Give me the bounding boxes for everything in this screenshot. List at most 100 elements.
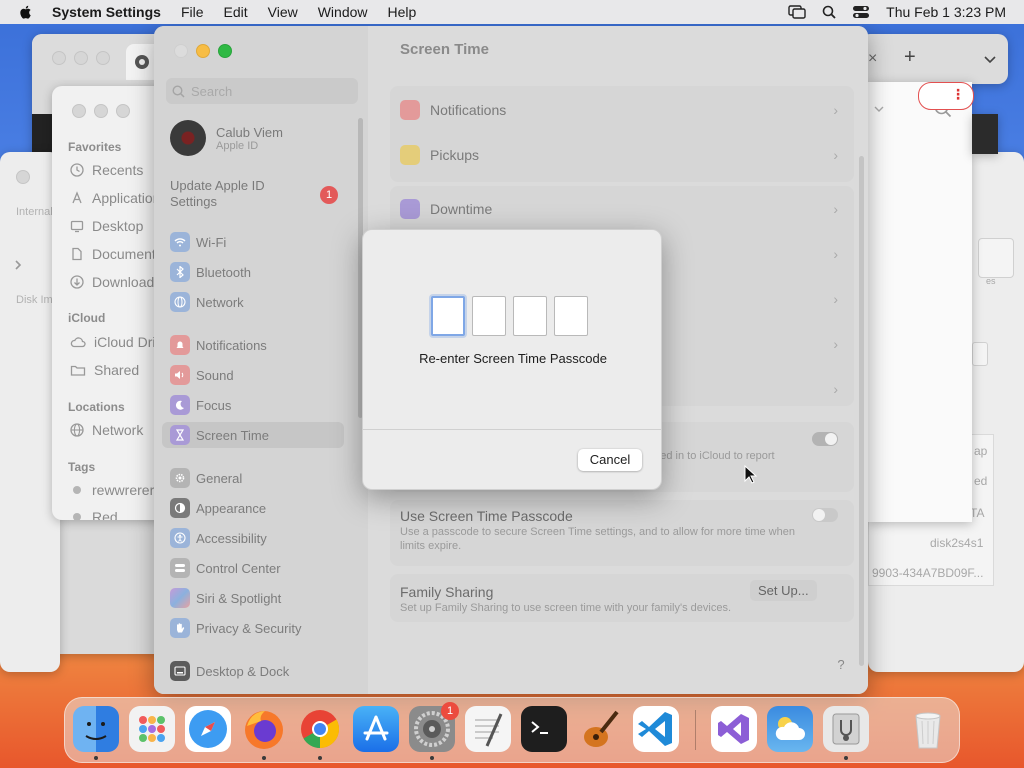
sidebar-item-network[interactable]: Network (170, 292, 244, 312)
share-toggle[interactable] (812, 432, 838, 446)
chevron-down-icon (874, 106, 884, 112)
disk-images-label: Disk Im (16, 294, 53, 306)
disk-right-row: disk2s4s1 (930, 536, 984, 550)
apple-menu-icon[interactable] (18, 4, 34, 20)
weather-dock-icon[interactable] (767, 706, 813, 752)
sidebar-item-control-center[interactable]: Control Center (170, 558, 281, 578)
search-field[interactable]: Search (166, 78, 358, 104)
cancel-button[interactable]: Cancel (578, 449, 642, 471)
trash-dock-icon[interactable] (905, 706, 951, 752)
safari-dock-icon[interactable] (185, 706, 231, 752)
visual-studio-dock-icon[interactable] (711, 706, 757, 752)
close-button[interactable] (174, 44, 188, 58)
finder-tag-item[interactable]: Red (70, 509, 118, 520)
sidebar-item-desktop-dock[interactable]: Desktop & Dock (170, 661, 289, 681)
search-placeholder: Search (191, 83, 233, 99)
sidebar-item-screen-time[interactable]: Screen Time (162, 422, 344, 448)
chevron-right-icon: › (833, 147, 838, 163)
sidebar-item-label: Appearance (196, 500, 267, 516)
row-label: Notifications (430, 102, 507, 118)
sidebar-item-label: Wi-Fi (196, 234, 227, 250)
spotlight-search-icon[interactable] (822, 5, 836, 19)
passcode-digit-3[interactable] (513, 296, 547, 336)
passcode-digit-4[interactable] (554, 296, 588, 336)
row-pickups[interactable]: Pickups (400, 145, 479, 165)
chevron-right-icon: › (833, 291, 838, 307)
appearance-icon (170, 498, 190, 518)
disclosure-chevron-icon[interactable] (14, 260, 22, 270)
vscode-dock-icon[interactable] (633, 706, 679, 752)
chevron-down-icon[interactable] (984, 56, 996, 64)
finder-item-recents[interactable]: Recents (70, 162, 143, 178)
passcode-digit-2[interactable] (472, 296, 506, 336)
browser-menu-button[interactable]: ⋮ (918, 82, 974, 110)
sidebar-item-siri[interactable]: Siri & Spotlight (170, 588, 281, 608)
set-up-button[interactable]: Set Up... (750, 580, 817, 601)
menu-edit[interactable]: Edit (224, 4, 248, 20)
menu-view[interactable]: View (268, 4, 298, 20)
sidebar-item-appearance[interactable]: Appearance (170, 498, 266, 518)
garageband-dock-icon[interactable] (577, 706, 623, 752)
menu-help[interactable]: Help (388, 4, 417, 20)
sidebar-item-focus[interactable]: Focus (170, 395, 231, 415)
running-indicator (94, 756, 98, 760)
finder-item-applications[interactable]: Applications (70, 190, 168, 206)
apple-id-profile[interactable]: Calub Viem Apple ID (170, 120, 283, 156)
dialog-divider (363, 429, 661, 430)
screen-mirroring-icon[interactable] (788, 5, 806, 19)
control-center-icon[interactable] (852, 5, 870, 19)
passcode-description: Use a passcode to secure Screen Time set… (400, 526, 795, 552)
finder-item-label: Desktop (92, 218, 144, 234)
disk-right-row: ed (974, 474, 988, 488)
mouse-cursor-icon (744, 465, 758, 484)
menu-clock[interactable]: Thu Feb 1 3:23 PM (886, 4, 1006, 20)
minimize-button[interactable] (196, 44, 210, 58)
update-apple-id-settings[interactable]: Update Apple ID Settings (170, 178, 300, 210)
disk-utility-dock-icon[interactable] (823, 706, 869, 752)
content-scrollbar[interactable] (859, 156, 864, 666)
firefox-dock-icon[interactable] (241, 706, 287, 752)
passcode-digit-1[interactable] (431, 296, 465, 336)
tag-dot-icon (73, 513, 81, 520)
passcode-prompt: Re-enter Screen Time Passcode (419, 351, 607, 366)
app-store-dock-icon[interactable] (353, 706, 399, 752)
profile-name: Calub Viem (216, 124, 283, 140)
row-notifications[interactable]: Notifications (400, 100, 506, 120)
sidebar-item-sound[interactable]: Sound (170, 365, 234, 385)
finder-item-downloads[interactable]: Downloads (70, 274, 161, 290)
finder-item-network[interactable]: Network (70, 422, 143, 438)
sidebar-item-general[interactable]: General (170, 468, 242, 488)
sidebar-item-notifications[interactable]: Notifications (170, 335, 267, 355)
tab-close-icon[interactable]: × (868, 50, 877, 68)
chrome-dock-icon[interactable] (297, 706, 343, 752)
menu-file[interactable]: File (181, 4, 204, 20)
dock: 1 (64, 697, 960, 763)
finder-item-desktop[interactable]: Desktop (70, 218, 143, 234)
sidebar-item-label: Screen Time (196, 427, 269, 443)
menu-window[interactable]: Window (318, 4, 368, 20)
passcode-toggle[interactable] (812, 508, 838, 522)
disk-internal-label: Internal (16, 206, 53, 218)
finder-item-label: Shared (94, 362, 140, 378)
sidebar-item-privacy[interactable]: Privacy & Security (170, 618, 301, 638)
menu-app-name[interactable]: System Settings (52, 4, 161, 20)
system-settings-badge: 1 (441, 702, 459, 720)
wifi-icon (170, 232, 190, 252)
help-button[interactable]: ? (830, 654, 852, 676)
sidebar-item-wifi[interactable]: Wi-Fi (170, 232, 226, 252)
sidebar-item-bluetooth[interactable]: Bluetooth (170, 262, 251, 282)
finder-item-shared[interactable]: Shared (70, 362, 139, 378)
speaker-icon (170, 365, 190, 385)
launchpad-dock-icon[interactable] (129, 706, 175, 752)
sidebar-item-accessibility[interactable]: Accessibility (170, 528, 267, 548)
finder-dock-icon[interactable] (73, 706, 119, 752)
sidebar-item-label: Network (196, 294, 244, 310)
new-tab-icon[interactable]: + (904, 46, 916, 69)
terminal-dock-icon[interactable] (521, 706, 567, 752)
zoom-button[interactable] (218, 44, 232, 58)
textedit-dock-icon[interactable] (465, 706, 511, 752)
family-sharing-title: Family Sharing (400, 584, 494, 600)
row-downtime[interactable]: Downtime (400, 199, 492, 219)
finder-item-label: Red (92, 509, 118, 520)
finder-item-documents[interactable]: Documents (70, 246, 163, 262)
